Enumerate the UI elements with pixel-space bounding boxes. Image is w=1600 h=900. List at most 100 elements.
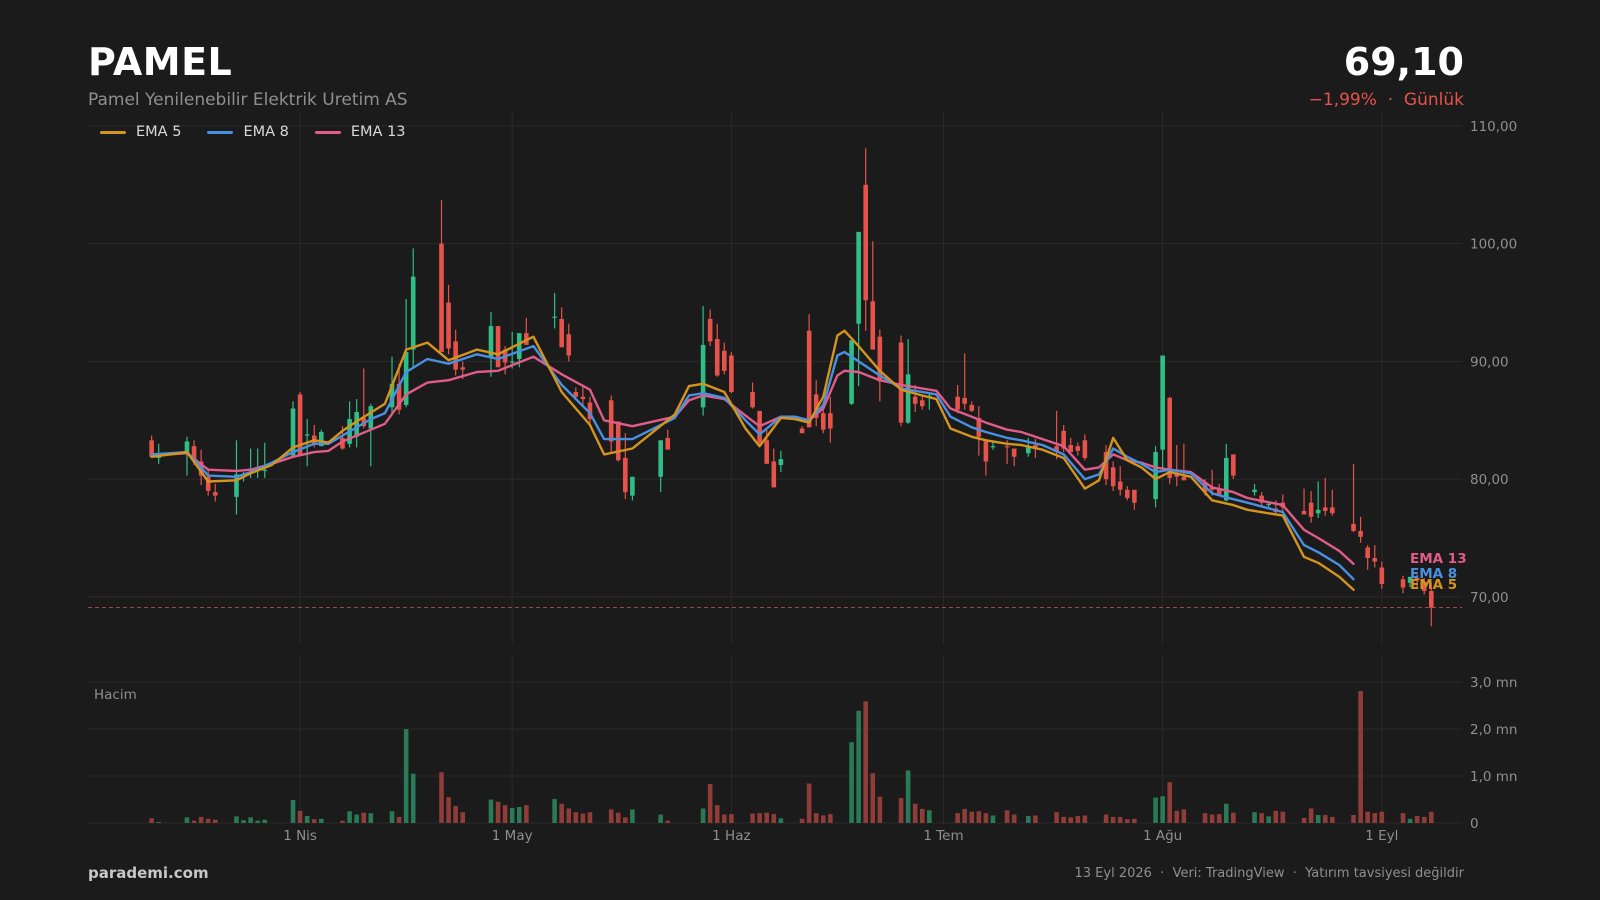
candle-body bbox=[1181, 476, 1187, 481]
volume-bar bbox=[722, 814, 727, 823]
candle-body bbox=[806, 330, 812, 428]
site-brand[interactable]: parademi.com bbox=[88, 864, 209, 882]
volume-bar bbox=[290, 799, 296, 823]
candle-body bbox=[559, 319, 564, 348]
candle-body bbox=[453, 341, 458, 370]
volume-bar bbox=[1061, 816, 1066, 823]
volume-bar bbox=[1280, 811, 1286, 823]
volume-bar bbox=[410, 773, 416, 823]
volume-bar bbox=[453, 806, 458, 823]
candle-body bbox=[1351, 523, 1356, 531]
volume-bar bbox=[1202, 813, 1208, 823]
volume-bar bbox=[255, 820, 260, 823]
volume-bar bbox=[1117, 816, 1123, 823]
volume-bar bbox=[559, 803, 564, 823]
volume-bar bbox=[1379, 811, 1385, 823]
candle-body bbox=[658, 440, 663, 477]
candle-body bbox=[1330, 507, 1335, 514]
candle-body bbox=[460, 367, 466, 370]
volume-bar bbox=[340, 820, 345, 823]
candle-body bbox=[552, 316, 557, 318]
volume-bar bbox=[368, 813, 374, 823]
candle-body bbox=[580, 396, 586, 400]
price-axis-tick: 90,00 bbox=[1470, 354, 1509, 370]
volume-bar bbox=[552, 799, 557, 823]
volume-bar bbox=[191, 820, 197, 823]
volume-bar bbox=[1181, 809, 1187, 823]
volume-bar bbox=[1124, 819, 1130, 823]
volume-bar bbox=[1301, 817, 1307, 823]
volume-bar bbox=[1209, 814, 1215, 823]
volume-axis-tick: 1,0 mn bbox=[1470, 769, 1517, 785]
volume-bar bbox=[630, 809, 635, 823]
legend-ema8-label: EMA 8 bbox=[243, 124, 289, 140]
volume-bar bbox=[389, 811, 395, 823]
price-axis-tick: 110,00 bbox=[1470, 119, 1517, 135]
volume-bar bbox=[714, 805, 720, 823]
price-axis-tick: 80,00 bbox=[1470, 472, 1509, 488]
legend-ema5-label: EMA 5 bbox=[136, 124, 182, 140]
volume-bar bbox=[877, 796, 883, 823]
candle-body bbox=[1301, 510, 1307, 515]
volume-bar bbox=[1414, 815, 1420, 823]
candle-body bbox=[446, 302, 451, 349]
candle-body bbox=[1379, 567, 1385, 584]
candle-body bbox=[1110, 467, 1116, 487]
volume-bar bbox=[962, 808, 967, 823]
volume-bar bbox=[1082, 815, 1088, 823]
candle-body bbox=[304, 434, 310, 436]
candle-body bbox=[1117, 481, 1123, 490]
volume-bar bbox=[778, 818, 784, 823]
volume-bar bbox=[234, 816, 239, 823]
volume-bar bbox=[297, 810, 303, 823]
volume-bar bbox=[856, 710, 861, 823]
candle-body bbox=[1266, 503, 1271, 506]
volume-bar bbox=[347, 811, 352, 823]
volume-bar bbox=[1421, 816, 1427, 823]
candle-body bbox=[919, 400, 925, 407]
ema-line-ema5 bbox=[150, 329, 1355, 591]
volume-bar bbox=[354, 814, 359, 823]
candle-body bbox=[764, 440, 770, 464]
candle-body bbox=[898, 342, 904, 423]
ema-end-label: EMA 13 bbox=[1410, 551, 1467, 567]
candle-body bbox=[799, 428, 805, 434]
candle-body bbox=[262, 469, 268, 471]
volume-bar bbox=[990, 815, 996, 823]
volume-bar bbox=[1054, 812, 1059, 823]
volume-bar bbox=[311, 819, 317, 823]
legend-ema13-swatch bbox=[314, 130, 341, 134]
volume-bar bbox=[1068, 817, 1074, 823]
volume-bar bbox=[1216, 814, 1222, 823]
candle-body bbox=[863, 184, 868, 301]
ema-end-label: EMA 5 bbox=[1410, 577, 1457, 593]
volume-bar bbox=[983, 813, 989, 823]
candle-body bbox=[1400, 579, 1406, 588]
volume-bar bbox=[184, 817, 190, 823]
candle-body bbox=[771, 461, 777, 488]
candle-body bbox=[820, 413, 826, 430]
volume-axis-tick: 2,0 mn bbox=[1470, 722, 1517, 738]
volume-bar bbox=[495, 801, 501, 823]
volume-bar bbox=[1400, 813, 1406, 823]
candle-body bbox=[729, 355, 734, 393]
volume-bar bbox=[248, 817, 253, 823]
candle-body bbox=[1011, 448, 1017, 457]
volume-bar bbox=[1132, 818, 1137, 823]
candle-body bbox=[1167, 397, 1173, 478]
volume-bar bbox=[1322, 815, 1328, 823]
volume-bar bbox=[509, 807, 515, 823]
candle-body bbox=[983, 441, 989, 462]
volume-bar bbox=[1167, 782, 1173, 823]
volume-bar bbox=[1223, 803, 1229, 823]
volume-bar bbox=[799, 818, 805, 823]
candle-body bbox=[665, 437, 671, 450]
volume-bar bbox=[1174, 810, 1180, 823]
candle-body bbox=[962, 397, 967, 404]
candle-body bbox=[1026, 447, 1031, 454]
volume-bar bbox=[587, 812, 593, 823]
volume-bar bbox=[396, 816, 402, 823]
candle-body bbox=[969, 404, 975, 411]
candle-body bbox=[990, 446, 996, 448]
volume-bar bbox=[771, 814, 777, 823]
